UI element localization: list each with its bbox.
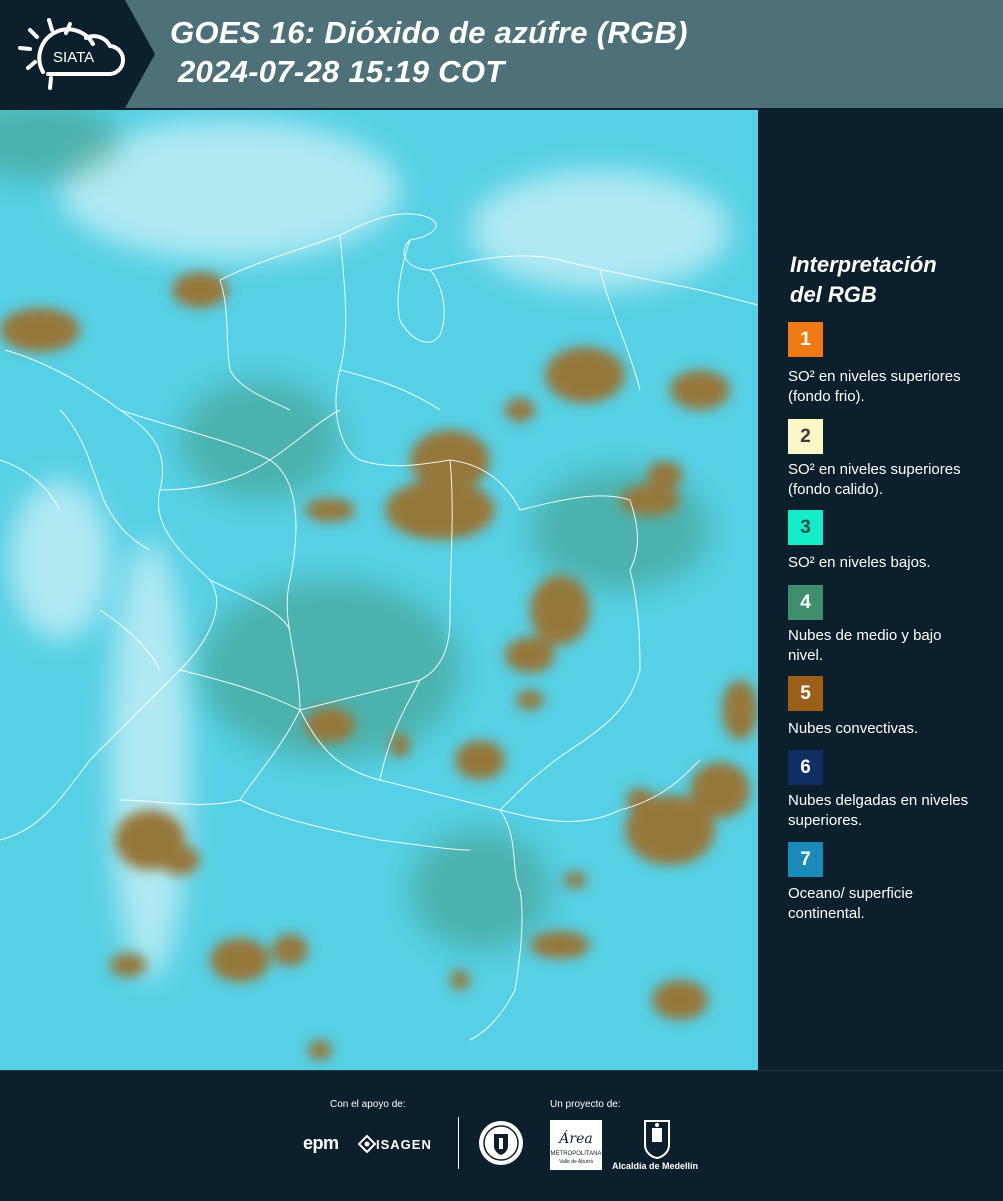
svg-text:Área: Área xyxy=(557,1129,592,1147)
legend-number-2: 2 xyxy=(800,425,811,447)
rgb-legend: Interpretación del RGB 1 SO² en niveles … xyxy=(760,110,1003,1070)
header-bar: SIATA GOES 16: Dióxido de azúfre (RGB) 2… xyxy=(0,0,1003,108)
legend-number-7: 7 xyxy=(800,848,811,870)
map-title: GOES 16: Dióxido de azúfre (RGB) xyxy=(170,15,688,50)
legend-number-6: 6 xyxy=(800,756,811,778)
svg-text:METROPOLITANA: METROPOLITANA xyxy=(551,1151,602,1157)
siata-logo: SIATA xyxy=(0,0,160,108)
satellite-map xyxy=(0,110,758,1070)
legend-swatch-2: 2 xyxy=(788,419,823,454)
legend-label-6: Nubes delgadas en niveles superiores. xyxy=(788,792,969,829)
legend-number-4: 4 xyxy=(800,591,811,613)
legend-swatch-6: 6 xyxy=(788,750,823,785)
area-metropolitana-logo: Área METROPOLITANA Valle de Aburrá xyxy=(550,1120,602,1170)
legend-number-1: 1 xyxy=(800,328,811,350)
legend-label-3: SO² en niveles bajos. xyxy=(788,554,931,571)
legend-swatch-4: 4 xyxy=(788,585,823,620)
legend-number-3: 3 xyxy=(800,516,811,538)
legend-swatch-5: 5 xyxy=(788,676,823,711)
alcaldia-shield-icon xyxy=(644,1120,670,1159)
footer-divider xyxy=(458,1117,459,1169)
svg-text:Valle de Aburrá: Valle de Aburrá xyxy=(559,1159,593,1165)
project-label: Un proyecto de: xyxy=(550,1099,621,1110)
isagen-icon xyxy=(358,1135,376,1153)
legend-title-line2: del RGB xyxy=(790,282,877,307)
alcaldia-label: Alcaldía de Medellín xyxy=(612,1161,699,1171)
legend-swatch-3: 3 xyxy=(788,510,823,545)
legend-label-7: Oceano/ superficie continental. xyxy=(788,885,914,922)
legend-title: Interpretación del RGB xyxy=(790,250,937,310)
support-label: Con el apoyo de: xyxy=(330,1099,406,1110)
legend-label-4: Nubes de medio y bajo nivel. xyxy=(788,627,942,664)
legend-label-2: SO² en niveles superiores (fondo calido)… xyxy=(788,461,961,498)
svg-text:SIATA: SIATA xyxy=(53,49,94,66)
legend-swatch-7: 7 xyxy=(788,842,823,877)
legend-title-line1: Interpretación xyxy=(790,252,937,277)
legend-label-5: Nubes convectivas. xyxy=(788,720,919,737)
legend-swatch-1: 1 xyxy=(788,322,823,357)
footer: Con el apoyo de: Un proyecto de: epm ISA… xyxy=(0,1070,1003,1201)
medellin-seal-icon xyxy=(479,1121,523,1165)
epm-logo: epm xyxy=(303,1133,339,1153)
map-timestamp: 2024-07-28 15:19 COT xyxy=(178,54,505,89)
isagen-logo: ISAGEN xyxy=(376,1137,432,1152)
legend-label-1: SO² en niveles superiores (fondo frio). xyxy=(788,368,961,405)
legend-number-5: 5 xyxy=(800,682,811,704)
